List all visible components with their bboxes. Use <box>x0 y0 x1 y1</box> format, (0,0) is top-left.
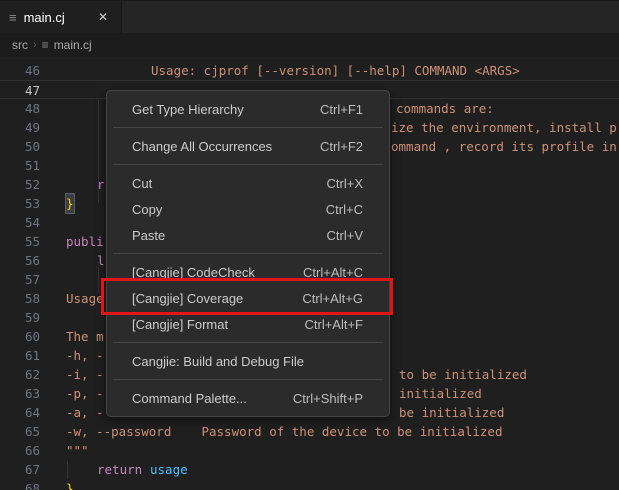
code-text: usage <box>150 460 188 479</box>
code-line-65[interactable]: 65 -w, --password Password of the device … <box>0 422 619 441</box>
line-number: 65 <box>0 422 40 441</box>
line-number: 64 <box>0 403 40 422</box>
menu-item-label: [Cangjie] CodeCheck <box>132 265 303 280</box>
breadcrumb-item-main-cj[interactable]: main.cj <box>54 38 92 52</box>
menu-separator <box>113 253 383 254</box>
code-text: ommand , record its profile in <box>391 137 617 156</box>
menu-item-shortcut: Ctrl+F1 <box>320 102 363 117</box>
menu-item-shortcut: Ctrl+V <box>327 228 363 243</box>
menu-item-cut[interactable]: CutCtrl+X <box>107 170 389 196</box>
line-number: 48 <box>0 99 40 118</box>
menu-item-label: Get Type Hierarchy <box>132 102 320 117</box>
close-icon[interactable]: ✕ <box>95 9 111 25</box>
code-text: -h, - <box>66 346 104 365</box>
menu-separator <box>113 342 383 343</box>
file-icon: ≡ <box>42 39 49 51</box>
code-text: ize the environment, install p <box>391 118 617 137</box>
line-number: 61 <box>0 346 40 365</box>
menu-item-label: [Cangjie] Coverage <box>132 291 302 306</box>
menu-item-shortcut: Ctrl+X <box>327 176 363 191</box>
menu-item-shortcut: Ctrl+F2 <box>320 139 363 154</box>
code-line-67[interactable]: 67 return usage <box>0 460 619 479</box>
code-text: to be initialized <box>399 365 527 384</box>
line-number: 63 <box>0 384 40 403</box>
line-number: 53 <box>0 194 40 213</box>
menu-item-cangjie-format[interactable]: [Cangjie] FormatCtrl+Alt+F <box>107 311 389 337</box>
context-menu: Get Type HierarchyCtrl+F1 Change All Occu… <box>106 90 390 417</box>
line-number: 47 <box>0 81 40 100</box>
menu-item-label: [Cangjie] Format <box>132 317 304 332</box>
menu-item-label: Paste <box>132 228 327 243</box>
menu-item-label: Change All Occurrences <box>132 139 320 154</box>
menu-separator <box>113 164 383 165</box>
line-number: 62 <box>0 365 40 384</box>
menu-item-change-all-occurrences[interactable]: Change All OccurrencesCtrl+F2 <box>107 133 389 159</box>
code-text: -i, - <box>66 365 104 384</box>
code-text: Usage: cjprof [--version] [--help] COMMA… <box>151 61 520 80</box>
menu-item-label: Cut <box>132 176 327 191</box>
menu-item-shortcut: Ctrl+Shift+P <box>293 391 363 406</box>
file-icon: ≡ <box>9 11 17 24</box>
line-number: 66 <box>0 441 40 460</box>
line-number: 46 <box>0 61 40 80</box>
code-text: be initialized <box>399 403 504 422</box>
line-number: 54 <box>0 213 40 232</box>
breadcrumb: src › ≡ main.cj <box>0 33 619 57</box>
line-number: 55 <box>0 232 40 251</box>
menu-item-shortcut: Ctrl+Alt+F <box>304 317 363 332</box>
chevron-right-icon: › <box>33 39 37 51</box>
tab-main-cj[interactable]: ≡ main.cj ✕ <box>0 1 122 33</box>
code-line-66[interactable]: 66 """ <box>0 441 619 460</box>
menu-item-label: Copy <box>132 202 326 217</box>
code-text: } <box>66 479 74 490</box>
line-number: 68 <box>0 479 40 490</box>
menu-separator <box>113 127 383 128</box>
line-number: 52 <box>0 175 40 194</box>
line-number: 56 <box>0 251 40 270</box>
menu-item-label: Cangjie: Build and Debug File <box>132 354 363 369</box>
code-text: initialized <box>399 384 482 403</box>
menu-item-command-palette[interactable]: Command Palette...Ctrl+Shift+P <box>107 385 389 411</box>
menu-item-paste[interactable]: PasteCtrl+V <box>107 222 389 248</box>
menu-item-cangjie-coverage[interactable]: [Cangjie] CoverageCtrl+Alt+G <box>107 285 389 311</box>
line-number: 50 <box>0 137 40 156</box>
line-number: 49 <box>0 118 40 137</box>
code-text: -p, - <box>66 384 104 403</box>
menu-item-shortcut: Ctrl+C <box>326 202 363 217</box>
code-text: } <box>66 194 74 213</box>
menu-item-cangjie-codecheck[interactable]: [Cangjie] CodeCheckCtrl+Alt+C <box>107 259 389 285</box>
tab-bar: ≡ main.cj ✕ <box>0 0 619 33</box>
code-text: commands are: <box>396 99 494 118</box>
menu-item-copy[interactable]: CopyCtrl+C <box>107 196 389 222</box>
code-text: -w, --password Password of the device to… <box>66 422 503 441</box>
vscode-window: ≡ main.cj ✕ src › ≡ main.cj 46 Usage: cjp… <box>0 0 619 490</box>
menu-item-cangjie-build-and-debug-file[interactable]: Cangjie: Build and Debug File <box>107 348 389 374</box>
menu-item-get-type-hierarchy[interactable]: Get Type HierarchyCtrl+F1 <box>107 96 389 122</box>
line-number: 67 <box>0 460 40 479</box>
line-number: 58 <box>0 289 40 308</box>
line-number: 60 <box>0 327 40 346</box>
indent-guide <box>98 267 99 293</box>
code-line-46[interactable]: 46 Usage: cjprof [--version] [--help] COM… <box>0 61 619 80</box>
line-number: 59 <box>0 308 40 327</box>
menu-item-label: Command Palette... <box>132 391 293 406</box>
line-number: 51 <box>0 156 40 175</box>
line-number: 57 <box>0 270 40 289</box>
tab-label: main.cj <box>24 10 65 25</box>
menu-item-shortcut: Ctrl+Alt+C <box>303 265 363 280</box>
menu-separator <box>113 379 383 380</box>
code-line-68[interactable]: 68} <box>0 479 619 490</box>
indent-guide <box>67 461 68 479</box>
breadcrumb-item-src[interactable]: src <box>12 38 28 52</box>
code-text: -a, - <box>66 403 104 422</box>
indent-guide <box>98 100 99 203</box>
code-text: return <box>97 460 142 479</box>
code-text: publi <box>66 232 104 251</box>
menu-item-shortcut: Ctrl+Alt+G <box>302 291 363 306</box>
code-text: """ <box>66 441 89 460</box>
code-text: The m <box>66 327 104 346</box>
